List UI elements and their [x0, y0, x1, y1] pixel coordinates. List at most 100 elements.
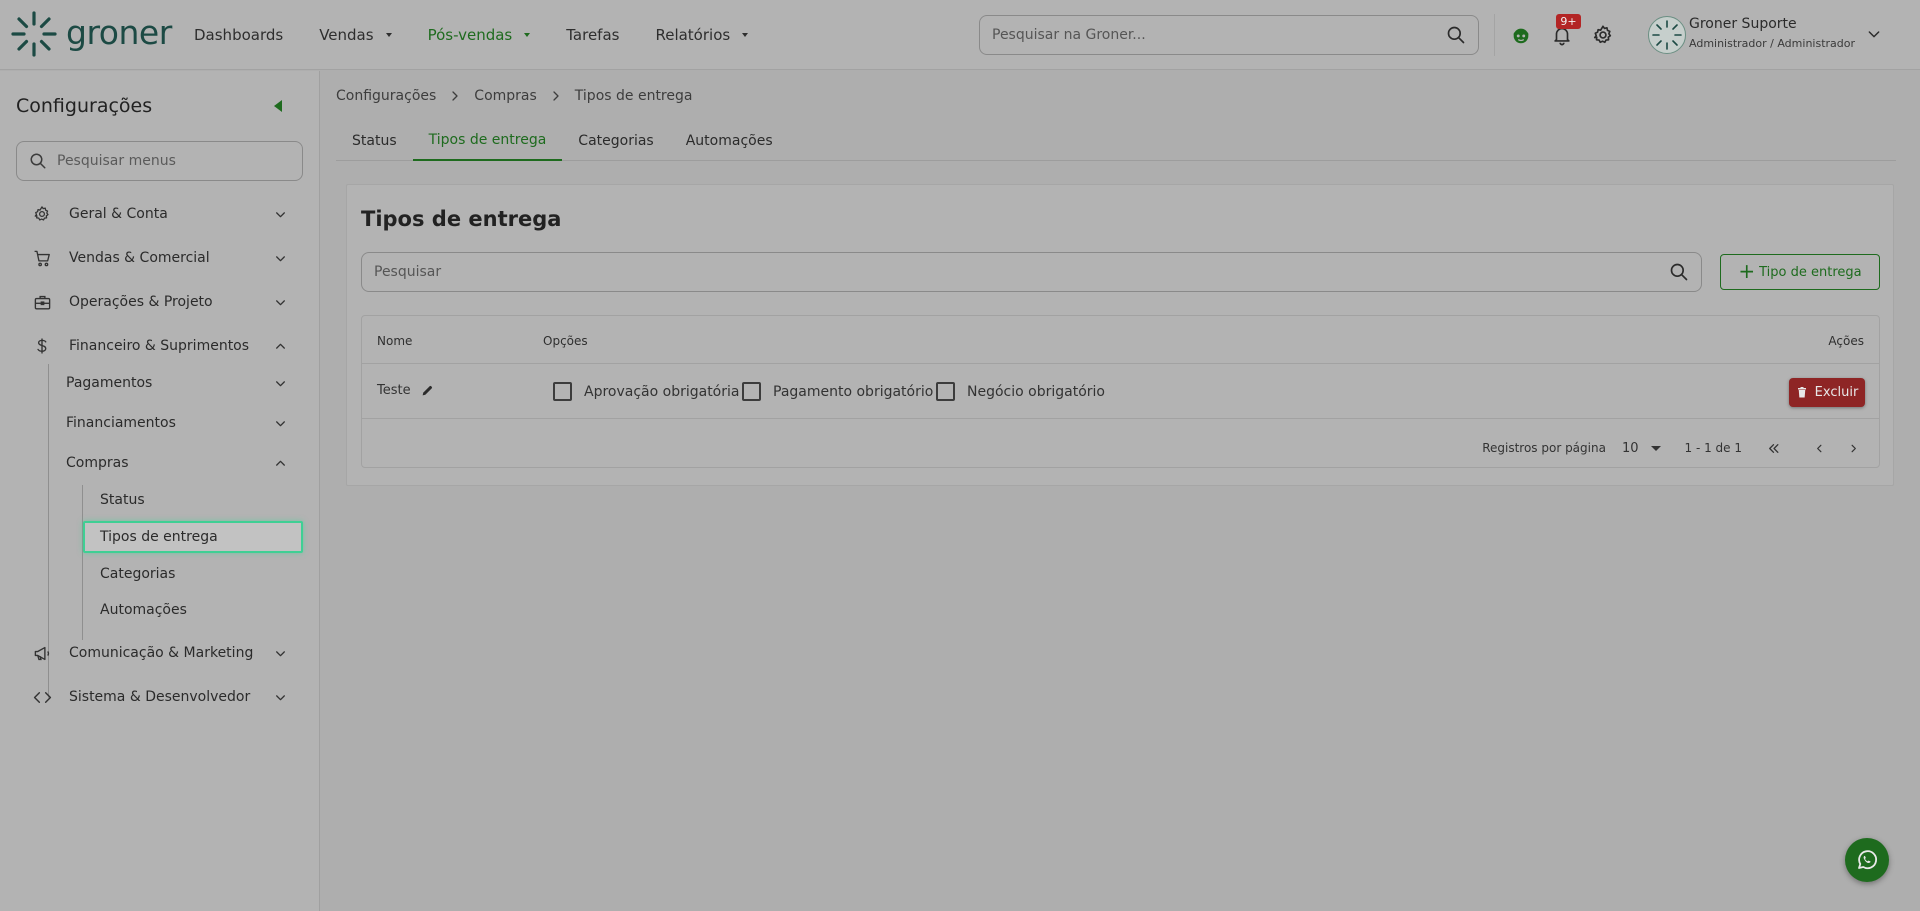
row-divider — [362, 418, 1879, 419]
chevron-down-icon — [274, 252, 287, 265]
groner-logo[interactable]: groner — [10, 10, 172, 58]
chevron-left-icon — [1816, 444, 1821, 452]
sidebar-item-label: Financeiro & Suprimentos — [69, 338, 250, 354]
sidebar-title: Configurações — [16, 95, 153, 117]
sidebar-item-label: Financiamentos — [66, 415, 176, 431]
search-icon[interactable] — [1669, 262, 1689, 282]
pagination: Registros por página 10 1 - 1 de 1 — [1482, 438, 1865, 458]
chevrons-left-icon — [1768, 443, 1778, 453]
checkbox-aprovacao-obrigatoria[interactable]: Aprovação obrigatória — [553, 382, 739, 401]
sidebar-item-financeiro-suprimentos[interactable]: Financeiro & Suprimentos — [16, 328, 303, 364]
delivery-types-table: Nome Opções Ações Teste Aprovação obriga… — [361, 315, 1880, 468]
column-header-options: Opções — [543, 334, 588, 348]
add-delivery-type-button[interactable]: + Tipo de entrega — [1720, 254, 1880, 290]
user-info[interactable]: Groner Suporte Administrador / Administr… — [1689, 16, 1855, 50]
briefcase-icon — [32, 292, 52, 312]
delete-button[interactable]: Excluir — [1789, 378, 1865, 407]
tab-tipos-de-entrega[interactable]: Tipos de entrega — [412, 122, 563, 161]
table-search — [361, 252, 1702, 292]
delivery-type-name: Teste — [377, 383, 411, 398]
sidebar-item-vendas-comercial[interactable]: Vendas & Comercial — [16, 240, 303, 276]
tab-automacoes[interactable]: Automações — [670, 122, 789, 161]
top-bar: groner Dashboards Vendas Pós-vendas Tare… — [0, 0, 1920, 70]
nav-vendas[interactable]: Vendas — [319, 26, 392, 44]
previous-page-button[interactable] — [1807, 438, 1831, 458]
groner-logo-icon — [11, 11, 57, 57]
whatsapp-button[interactable] — [1845, 838, 1889, 882]
avatar[interactable] — [1648, 16, 1686, 54]
user-role: Administrador / Administrador — [1689, 37, 1856, 50]
sidebar-item-financiamentos[interactable]: Financiamentos — [66, 406, 303, 440]
search-icon — [30, 153, 46, 169]
global-search-input[interactable] — [992, 27, 1446, 43]
chevron-down-icon — [274, 417, 287, 430]
plus-icon: + — [1738, 259, 1756, 283]
add-delivery-type-label: Tipo de entrega — [1759, 264, 1862, 280]
chevron-down-icon — [274, 691, 287, 704]
page-range: 1 - 1 de 1 — [1684, 441, 1743, 455]
caret-down-icon — [742, 33, 749, 37]
user-menu-chevron-icon[interactable] — [1866, 26, 1882, 42]
collapse-sidebar-button[interactable] — [274, 100, 282, 112]
next-page-button[interactable] — [1841, 438, 1865, 458]
sidebar-item-categorias[interactable]: Categorias — [83, 558, 303, 590]
row-divider — [362, 363, 1879, 364]
menu-search — [16, 141, 303, 181]
sidebar-item-pagamentos[interactable]: Pagamentos — [66, 366, 303, 400]
chevron-down-icon — [274, 208, 287, 221]
page-title: Tipos de entrega — [361, 207, 562, 231]
sidebar-item-label: Compras — [66, 455, 129, 471]
search-icon[interactable] — [1446, 25, 1466, 45]
support-bot-icon — [1513, 28, 1529, 44]
chevron-down-icon — [274, 647, 287, 660]
settings-button[interactable] — [1590, 22, 1616, 48]
groner-avatar-icon — [1652, 20, 1682, 50]
tab-status[interactable]: Status — [336, 122, 413, 161]
chevron-up-icon — [274, 457, 287, 470]
menu-search-input[interactable] — [57, 153, 290, 169]
sidebar: Configurações Geral & Conta Vendas & Com… — [0, 71, 320, 911]
nav-dashboards[interactable]: Dashboards — [194, 26, 283, 44]
support-bot-button[interactable] — [1508, 22, 1534, 48]
checkbox-pagamento-obrigatorio[interactable]: Pagamento obrigatório — [742, 382, 933, 401]
triangle-left-icon — [274, 100, 282, 112]
column-header-actions: Ações — [1828, 334, 1864, 348]
nav-relatorios[interactable]: Relatórios — [655, 26, 749, 44]
groner-logo-text: groner — [66, 12, 172, 52]
checkbox-label: Negócio obrigatório — [967, 383, 1105, 400]
sidebar-item-comunicacao-marketing[interactable]: Comunicação & Marketing — [16, 635, 303, 671]
caret-down-icon — [385, 33, 392, 37]
checkbox-box[interactable] — [742, 382, 761, 401]
sidebar-item-compras-status[interactable]: Status — [83, 484, 303, 516]
sidebar-item-automacoes[interactable]: Automações — [83, 594, 303, 626]
checkbox-negocio-obrigatorio[interactable]: Negócio obrigatório — [936, 382, 1105, 401]
per-page-select[interactable]: 10 — [1622, 441, 1661, 456]
sidebar-item-label: Pagamentos — [66, 375, 153, 391]
sidebar-item-geral-conta[interactable]: Geral & Conta — [16, 196, 303, 232]
notification-badge: 9+ — [1556, 14, 1581, 29]
first-page-button[interactable] — [1761, 438, 1785, 458]
nav-tarefas[interactable]: Tarefas — [566, 26, 619, 44]
nav-relatorios-label: Relatórios — [655, 26, 731, 44]
per-page-label: Registros por página — [1482, 441, 1606, 455]
tab-categorias[interactable]: Categorias — [562, 122, 669, 161]
trash-icon — [1797, 387, 1806, 398]
sidebar-item-sistema-desenvolvedor[interactable]: Sistema & Desenvolvedor — [16, 679, 303, 715]
table-row-name: Teste — [377, 383, 434, 398]
gear-icon — [32, 204, 52, 224]
sidebar-item-operacoes-projeto[interactable]: Operações & Projeto — [16, 284, 303, 320]
pencil-icon[interactable] — [421, 384, 434, 397]
main-nav: Dashboards Vendas Pós-vendas Tarefas Rel… — [194, 0, 784, 70]
nav-pos-vendas[interactable]: Pós-vendas — [428, 26, 531, 44]
checkbox-box[interactable] — [936, 382, 955, 401]
sidebar-item-compras[interactable]: Compras — [66, 446, 303, 480]
breadcrumb-configuracoes[interactable]: Configurações — [336, 88, 436, 104]
checkbox-box[interactable] — [553, 382, 572, 401]
per-page-value: 10 — [1621, 440, 1639, 456]
sidebar-item-label: Comunicação & Marketing — [69, 645, 254, 661]
sidebar-item-label: Operações & Projeto — [69, 294, 213, 310]
nav-vendas-label: Vendas — [319, 26, 374, 44]
breadcrumb-compras[interactable]: Compras — [474, 88, 537, 104]
table-search-input[interactable] — [374, 264, 1669, 280]
sidebar-item-tipos-de-entrega[interactable]: Tipos de entrega — [83, 521, 303, 553]
